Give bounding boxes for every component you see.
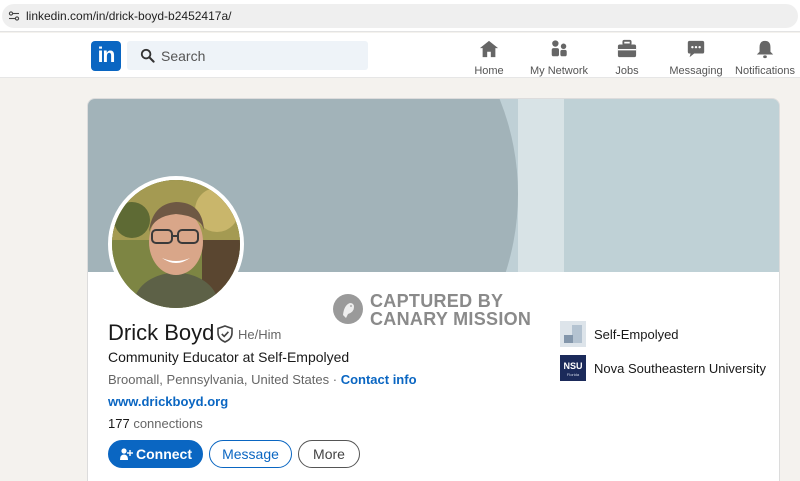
profile-location-line: Broomall, Pennsylvania, United States · … (108, 372, 417, 387)
banner-stripe (518, 99, 564, 272)
connect-label: Connect (136, 446, 192, 462)
url-field[interactable]: linkedin.com/in/drick-boyd-b2452417a/ (2, 4, 798, 28)
avatar-photo (112, 180, 240, 308)
network-icon (551, 40, 567, 57)
nav-my-network[interactable]: My Network (528, 39, 590, 77)
connections-count: 177 (108, 416, 130, 431)
banner-panel (564, 99, 779, 272)
connections-label: connections (129, 416, 203, 431)
home-icon (479, 40, 499, 58)
messaging-icon (687, 40, 705, 58)
search-box[interactable] (127, 41, 368, 70)
verified-shield-icon[interactable] (216, 325, 234, 343)
school-name: Nova Southeastern University (594, 361, 766, 376)
site-settings-icon[interactable] (8, 10, 20, 22)
nav-jobs[interactable]: Jobs (612, 39, 642, 77)
more-button[interactable]: More (298, 440, 360, 468)
briefcase-icon (617, 39, 637, 58)
contact-info-link[interactable]: Contact info (341, 372, 417, 387)
svg-text:NSU: NSU (563, 361, 582, 371)
nav-label: Messaging (669, 65, 723, 77)
nav-notifications[interactable]: Notifications (735, 39, 795, 77)
nav-label: Home (474, 65, 504, 77)
company-logo-icon (560, 321, 586, 347)
search-input[interactable] (161, 41, 361, 70)
search-icon (140, 48, 155, 63)
watermark: CAPTURED BY CANARY MISSION (333, 291, 533, 331)
url-text: linkedin.com/in/drick-boyd-b2452417a/ (26, 9, 232, 23)
bell-icon (756, 40, 774, 59)
pronouns: He/Him (238, 327, 282, 342)
message-button[interactable]: Message (209, 440, 292, 468)
university-logo-icon: NSU Florida (560, 355, 586, 381)
profile-headline: Community Educator at Self-Empolyed (108, 349, 350, 365)
connections-link[interactable]: 177 connections (108, 416, 203, 431)
connect-button[interactable]: Connect (108, 440, 203, 468)
browser-address-bar: linkedin.com/in/drick-boyd-b2452417a/ (0, 0, 800, 32)
nav-label: My Network (529, 65, 589, 77)
linkedin-logo[interactable]: in (91, 41, 121, 71)
nav-label: Notifications (735, 65, 795, 77)
top-navigation: in Home My Network Jobs (0, 33, 800, 78)
watermark-line-2: CANARY MISSION (370, 309, 532, 329)
location-text: Broomall, Pennsylvania, United States (108, 372, 330, 387)
website-link[interactable]: www.drickboyd.org (108, 394, 228, 409)
profile-name: Drick Boyd (108, 320, 215, 345)
bird-icon (333, 294, 363, 324)
svg-text:Florida: Florida (567, 372, 580, 377)
nav-messaging[interactable]: Messaging (669, 39, 723, 77)
add-person-icon (120, 448, 133, 460)
profile-card: CAPTURED BY CANARY MISSION Drick Boyd He… (87, 98, 780, 481)
nav-home[interactable]: Home (472, 39, 506, 77)
company-name: Self-Empolyed (594, 327, 679, 342)
separator: · (329, 372, 341, 387)
nav-label: Jobs (615, 65, 639, 77)
avatar[interactable] (108, 176, 244, 312)
